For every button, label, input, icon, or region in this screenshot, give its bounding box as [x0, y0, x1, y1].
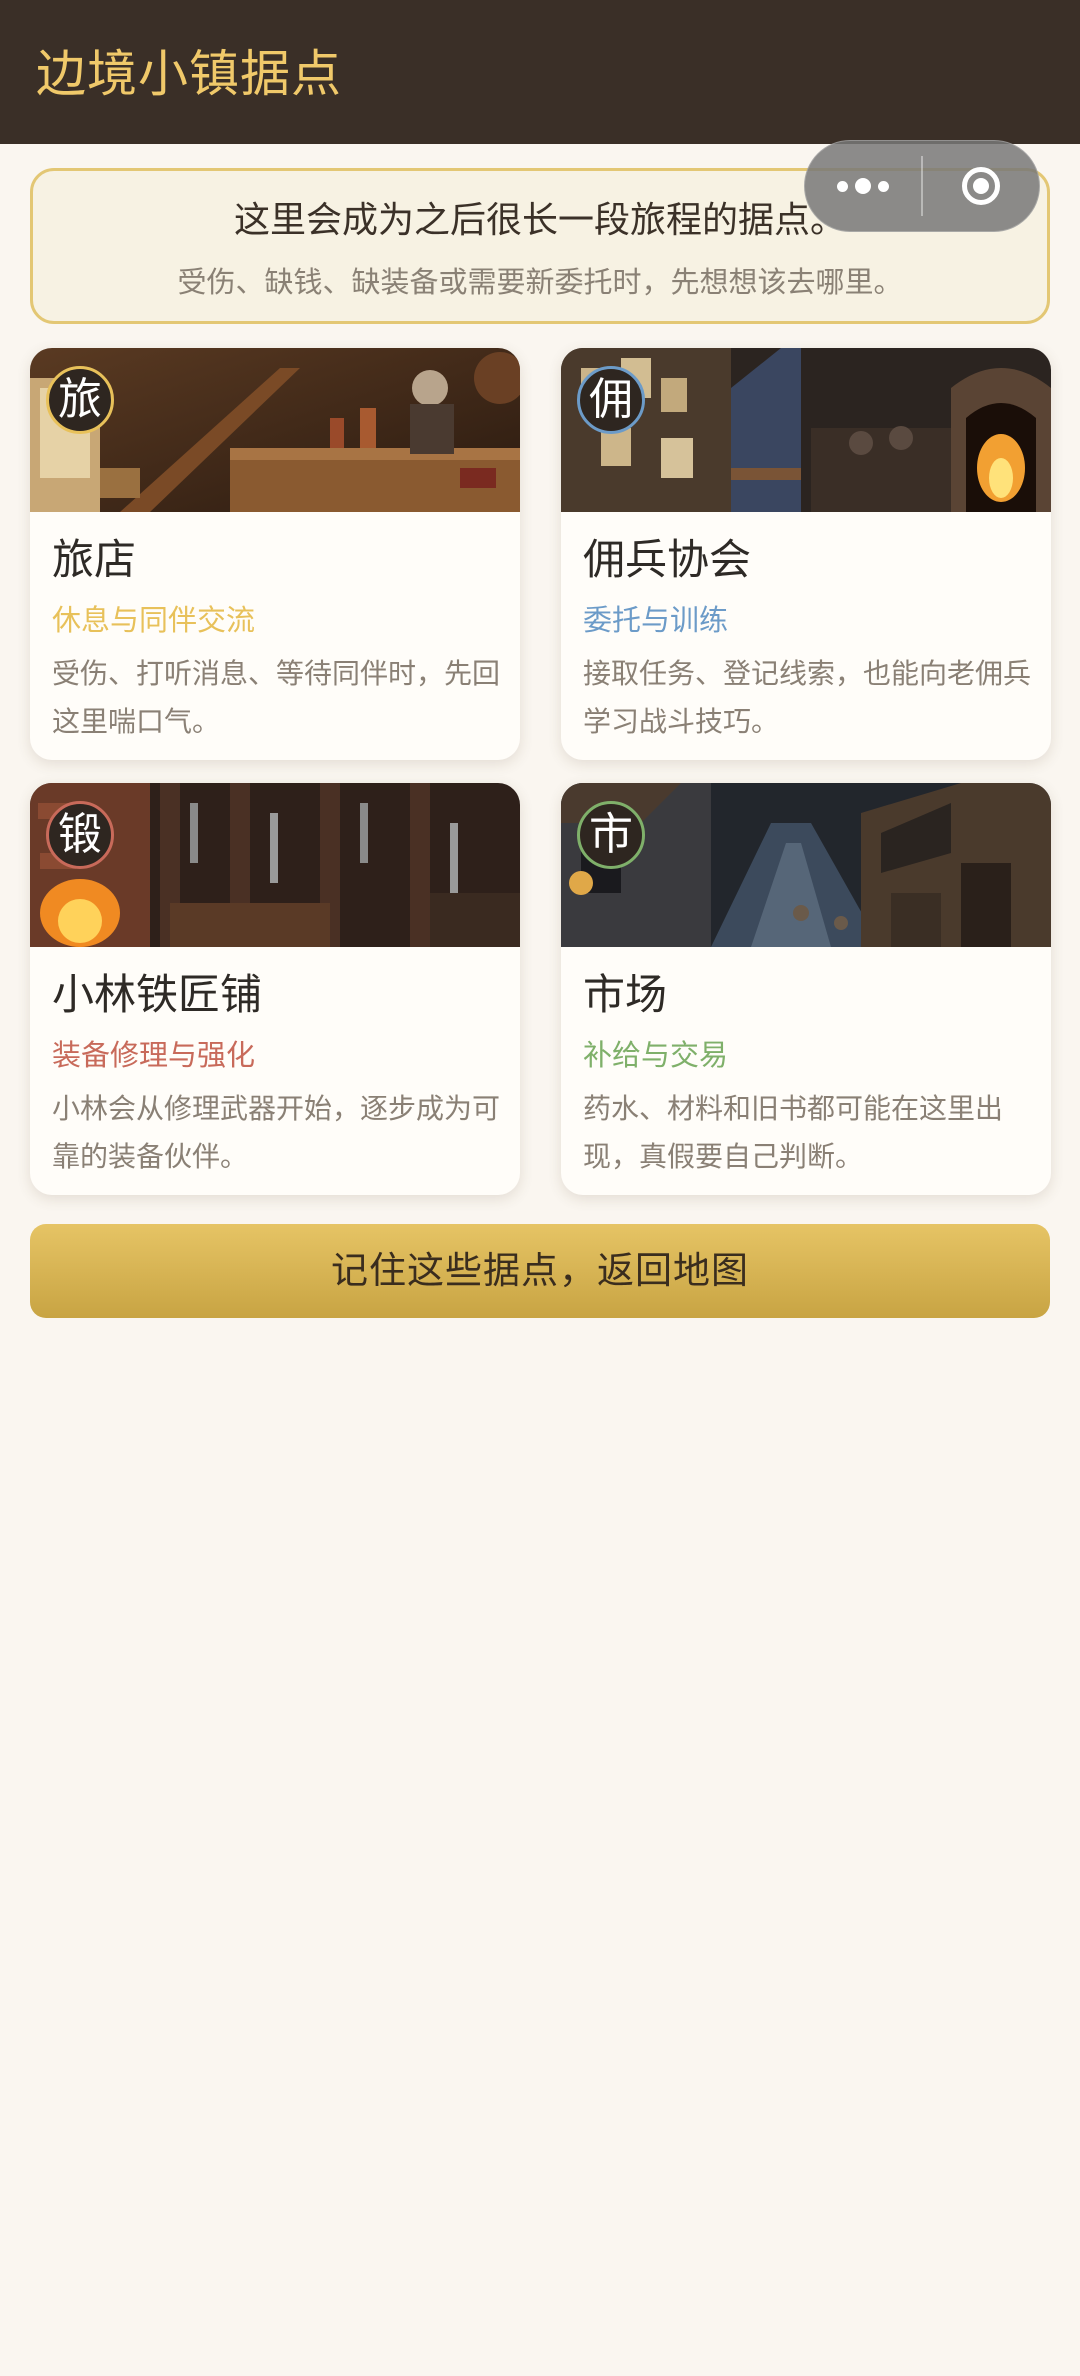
page: 边境小镇据点 这里会成为之后很长一段旅程的据点。 受伤、缺钱、缺装备或需要新委托…: [0, 0, 1080, 2376]
location-card-guild[interactable]: 佣 佣兵协会 委托与训练 接取任务、登记线索，也能向老佣兵学习战斗技巧。: [561, 348, 1051, 760]
guild-illustration: [561, 348, 1051, 512]
market-badge: 市: [577, 801, 645, 869]
card-title: 小林铁匠铺: [52, 970, 263, 1019]
card-description: 接取任务、登记线索，也能向老佣兵学习战斗技巧。: [583, 657, 1032, 738]
header-bar: 边境小镇据点: [0, 0, 1080, 144]
close-button[interactable]: [923, 140, 1039, 232]
card-title: 市场: [583, 970, 668, 1019]
inn-badge: 旅: [46, 366, 114, 434]
inn-illustration: [30, 348, 520, 512]
notice-text: 受伤、缺钱、缺装备或需要新委托时，先想想该去哪里。: [177, 265, 903, 299]
card-description: 小林会从修理武器开始，逐步成为可靠的装备伙伴。: [52, 1092, 501, 1173]
market-illustration: [561, 783, 1051, 947]
location-card-market[interactable]: 市 市场 补给与交易 药水、材料和旧书都可能在这里出现，真假要自己判断。: [561, 783, 1051, 1195]
card-subtitle: 补给与交易: [583, 1038, 729, 1072]
more-dots-icon: [837, 178, 889, 194]
miniprogram-capsule: [804, 140, 1040, 232]
page-title: 边境小镇据点: [36, 45, 342, 103]
card-description: 药水、材料和旧书都可能在这里出现，真假要自己判断。: [583, 1092, 1004, 1173]
card-subtitle: 休息与同伴交流: [52, 603, 256, 637]
location-card-smithy[interactable]: 锻 小林铁匠铺 装备修理与强化 小林会从修理武器开始，逐步成为可靠的装备伙伴。: [30, 783, 520, 1195]
card-subtitle: 委托与训练: [583, 603, 729, 637]
more-button[interactable]: [805, 140, 921, 232]
card-subtitle: 装备修理与强化: [52, 1038, 256, 1072]
card-description: 受伤、打听消息、等待同伴时，先回这里喘口气。: [52, 657, 501, 738]
smithy-illustration: [30, 783, 520, 947]
smithy-badge: 锻: [46, 801, 114, 869]
return-to-map-button[interactable]: 记住这些据点，返回地图: [30, 1224, 1050, 1318]
card-title: 佣兵协会: [583, 535, 752, 584]
location-card-inn[interactable]: 旅 旅店 休息与同伴交流 受伤、打听消息、等待同伴时，先回这里喘口气。: [30, 348, 520, 760]
guild-badge: 佣: [577, 366, 645, 434]
target-icon: [962, 167, 1000, 205]
card-title: 旅店: [52, 535, 137, 584]
